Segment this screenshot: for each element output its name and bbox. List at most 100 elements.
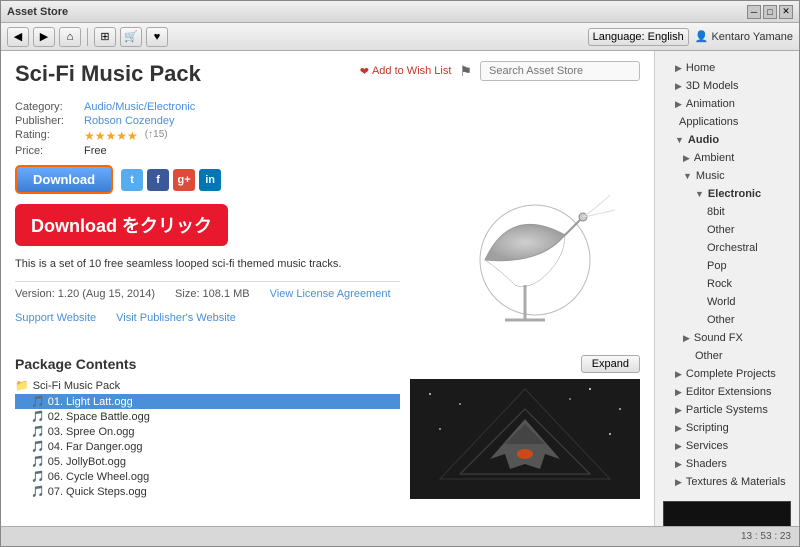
wishlist-button[interactable]: ♥: [146, 27, 168, 47]
rating-count: (↑15): [145, 129, 168, 143]
maximize-button[interactable]: □: [763, 5, 777, 19]
language-selector[interactable]: Language: English: [588, 28, 689, 46]
sidebar-item-animation[interactable]: ▶ Animation: [655, 95, 799, 113]
sidebar-label-applications: Applications: [679, 116, 738, 128]
sidebar-label-electronic: Electronic: [708, 188, 761, 200]
sidebar-item-orchestral[interactable]: Orchestral: [655, 239, 799, 257]
social-icons: t f g+ in: [121, 169, 221, 191]
sidebar-item-3dmodels[interactable]: ▶ 3D Models: [655, 77, 799, 95]
publisher-value[interactable]: Robson Cozendey: [84, 115, 175, 127]
file-item-0[interactable]: 🎵 01. Light Latt.ogg: [15, 394, 400, 409]
sidebar-item-other3[interactable]: Other: [655, 347, 799, 365]
sidebar-item-audio[interactable]: ▼ Audio: [655, 131, 799, 149]
gplus-icon[interactable]: g+: [173, 169, 195, 191]
audio-arrow: ▼: [675, 135, 684, 145]
flag-button[interactable]: ⚑: [459, 63, 472, 80]
download-button[interactable]: Download: [15, 165, 113, 194]
ambient-arrow: ▶: [683, 153, 690, 164]
audio-icon-5: 🎵: [31, 470, 45, 483]
user-info: 👤 Kentaro Yamane: [695, 30, 793, 43]
file-name-4: 05. JollyBot.ogg: [48, 456, 126, 468]
soundfx-arrow: ▶: [683, 333, 690, 344]
minimize-button[interactable]: ─: [747, 5, 761, 19]
search-input[interactable]: [480, 61, 640, 81]
sidebar-item-other1[interactable]: Other: [655, 221, 799, 239]
sidebar-item-music[interactable]: ▼ Music: [655, 167, 799, 185]
twitter-icon[interactable]: t: [121, 169, 143, 191]
sidebar-item-services[interactable]: ▶ Services: [655, 437, 799, 455]
scripting-arrow: ▶: [675, 423, 682, 434]
file-item-4[interactable]: 🎵 05. JollyBot.ogg: [15, 454, 400, 469]
sidebar-label-scripting: Scripting: [686, 422, 729, 434]
sidebar-item-complete[interactable]: ▶ Complete Projects: [655, 365, 799, 383]
sidebar-item-applications[interactable]: Applications: [655, 113, 799, 131]
sidebar-item-ambient[interactable]: ▶ Ambient: [655, 149, 799, 167]
sidebar-item-soundfx[interactable]: ▶ Sound FX: [655, 329, 799, 347]
sidebar-label-3dmodels: 3D Models: [686, 80, 739, 92]
heart-icon: ❤: [360, 65, 369, 78]
product-image-area: [410, 165, 640, 345]
sidebar-item-electronic[interactable]: ▼ Electronic: [655, 185, 799, 203]
share-icon[interactable]: in: [199, 169, 221, 191]
close-button[interactable]: ✕: [779, 5, 793, 19]
textures-arrow: ▶: [675, 477, 682, 488]
category-value[interactable]: Audio/Music/Electronic: [84, 101, 195, 113]
support-link[interactable]: Support Website: [15, 312, 96, 324]
sidebar-item-shaders[interactable]: ▶ Shaders: [655, 455, 799, 473]
home-arrow: ▶: [675, 63, 682, 74]
sidebar: ▶ Home ▶ 3D Models ▶ Animation Applicati…: [654, 51, 799, 526]
sidebar-item-world[interactable]: World: [655, 293, 799, 311]
3dmodels-arrow: ▶: [675, 81, 682, 92]
expand-button[interactable]: Expand: [581, 355, 640, 373]
wish-button[interactable]: ❤ Add to Wish List: [360, 65, 452, 78]
grid-button[interactable]: ⊞: [94, 27, 116, 47]
sidebar-item-8bit[interactable]: 8bit: [655, 203, 799, 221]
audio-icon-1: 🎵: [31, 410, 45, 423]
cart-button[interactable]: 🛒: [120, 27, 142, 47]
sidebar-item-other2[interactable]: Other: [655, 311, 799, 329]
sidebar-label-services: Services: [686, 440, 728, 452]
back-button[interactable]: ◀: [7, 27, 29, 47]
sidebar-label-other3: Other: [695, 350, 723, 362]
sidebar-item-pop[interactable]: Pop: [655, 257, 799, 275]
window-title: Asset Store: [7, 6, 68, 18]
sidebar-label-animation: Animation: [686, 98, 735, 110]
main-window: Asset Store ─ □ ✕ ◀ ▶ ⌂ ⊞ 🛒 ♥ Language: …: [0, 0, 800, 547]
stars: ★★★★★: [84, 129, 138, 143]
sidebar-item-textures[interactable]: ▶ Textures & Materials: [655, 473, 799, 491]
package-title: Package Contents: [15, 356, 136, 372]
sidebar-item-rock[interactable]: Rock: [655, 275, 799, 293]
sidebar-label-pop: Pop: [707, 260, 727, 272]
sidebar-label-8bit: 8bit: [707, 206, 725, 218]
audio-icon-4: 🎵: [31, 455, 45, 468]
package-inner: 📁 Sci-Fi Music Pack 🎵 01. Light Latt.ogg…: [15, 379, 640, 499]
sidebar-item-home[interactable]: ▶ Home: [655, 59, 799, 77]
sidebar-label-ambient: Ambient: [694, 152, 734, 164]
file-item-6[interactable]: 🎵 07. Quick Steps.ogg: [15, 484, 400, 499]
file-name-3: 04. Far Danger.ogg: [48, 441, 143, 453]
forward-button[interactable]: ▶: [33, 27, 55, 47]
publisher-link[interactable]: Visit Publisher's Website: [116, 312, 236, 324]
file-item-2[interactable]: 🎵 03. Spree On.ogg: [15, 424, 400, 439]
user-name: Kentaro Yamane: [711, 31, 793, 43]
sidebar-label-textures: Textures & Materials: [686, 476, 786, 488]
facebook-icon[interactable]: f: [147, 169, 169, 191]
home-button[interactable]: ⌂: [59, 27, 81, 47]
license-link[interactable]: View License Agreement: [270, 288, 391, 300]
deals-banner[interactable]: UNITY 24 HOUR DEALS: [663, 501, 791, 526]
time-display: 13 : 53 : 23: [741, 531, 791, 542]
product-image: [425, 175, 625, 335]
file-item-3[interactable]: 🎵 04. Far Danger.ogg: [15, 439, 400, 454]
version-info: Version: 1.20 (Aug 15, 2014): [15, 288, 155, 300]
sidebar-item-editor[interactable]: ▶ Editor Extensions: [655, 383, 799, 401]
sidebar-item-particle[interactable]: ▶ Particle Systems: [655, 401, 799, 419]
package-header: Package Contents Expand: [15, 355, 640, 373]
file-item-1[interactable]: 🎵 02. Space Battle.ogg: [15, 409, 400, 424]
file-item-5[interactable]: 🎵 06. Cycle Wheel.ogg: [15, 469, 400, 484]
size-info: Size: 108.1 MB: [175, 288, 250, 300]
publisher-label: Publisher:: [15, 115, 80, 127]
support-bar: Support Website Visit Publisher's Websit…: [15, 310, 400, 330]
category-row: Category: Audio/Music/Electronic: [15, 101, 640, 113]
version-bar: Version: 1.20 (Aug 15, 2014) Size: 108.1…: [15, 281, 400, 306]
sidebar-item-scripting[interactable]: ▶ Scripting: [655, 419, 799, 437]
